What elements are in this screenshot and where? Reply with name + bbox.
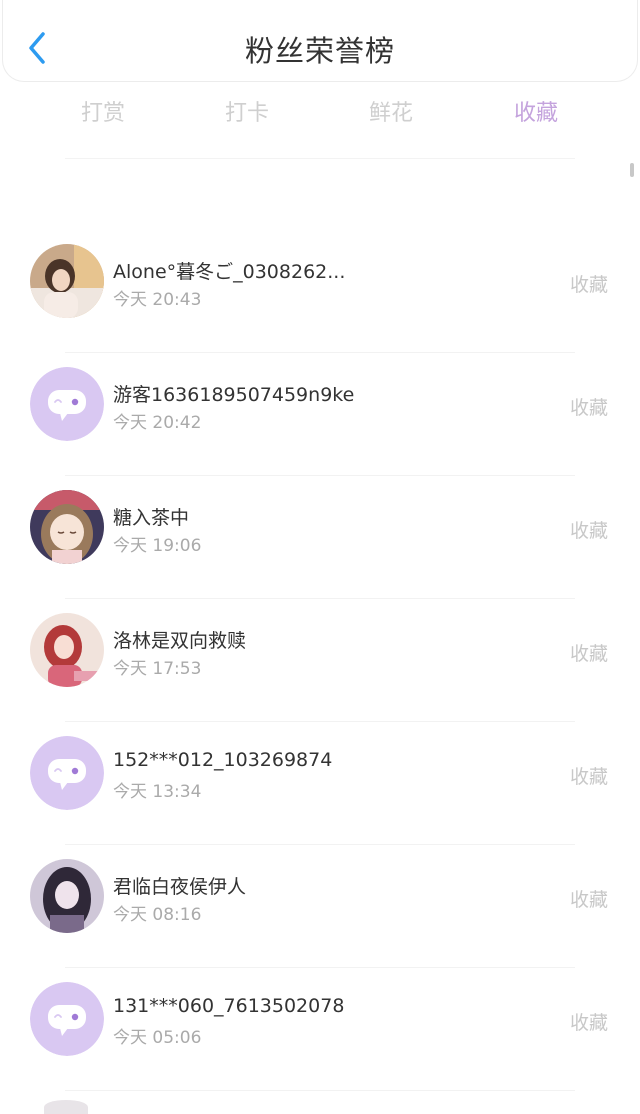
action-label: 收藏: [569, 766, 608, 788]
list-item[interactable]: 152***012_103269874 今天 13:34 收藏: [0, 722, 640, 845]
user-name: 糖入茶中: [113, 507, 190, 529]
user-name: 131***060_7613502078: [113, 995, 345, 1017]
tab-bar: 打赏 打卡 鲜花 收藏: [0, 95, 640, 131]
row-divider: [65, 1090, 575, 1091]
list-item[interactable]: 君临白夜侯伊人 今天 08:16 收藏: [0, 845, 640, 968]
default-avatar-icon: [30, 736, 104, 810]
avatar: [30, 244, 104, 318]
tabs-divider: [65, 158, 575, 159]
scrollbar[interactable]: [630, 163, 634, 177]
timestamp: 今天 19:06: [113, 536, 202, 556]
tab-flowers[interactable]: 鲜花: [336, 95, 446, 127]
user-name: 洛林是双向救赎: [113, 630, 247, 652]
avatar: [30, 490, 104, 564]
action-label: 收藏: [569, 1012, 608, 1034]
user-name: 152***012_103269874: [113, 749, 333, 771]
user-name: 君临白夜侯伊人: [113, 876, 247, 898]
list-item[interactable]: 糖入茶中 今天 19:06 收藏: [0, 476, 640, 599]
default-avatar-icon: [30, 982, 104, 1056]
timestamp: 今天 13:34: [113, 782, 202, 802]
user-name: 游客1636189507459n9ke: [113, 384, 355, 406]
list-item[interactable]: 游客1636189507459n9ke 今天 20:42 收藏: [0, 353, 640, 476]
tab-checkin[interactable]: 打卡: [192, 95, 302, 127]
tab-favorites[interactable]: 收藏: [481, 95, 591, 127]
timestamp: 今天 20:43: [113, 290, 202, 310]
user-name: Alone°暮冬ご_0308262...: [113, 261, 346, 283]
list-item[interactable]: 131***060_7613502078 今天 05:06 收藏: [0, 968, 640, 1091]
timestamp: 今天 20:42: [113, 413, 202, 433]
list-item[interactable]: Alone°暮冬ご_0308262... 今天 20:43 收藏: [0, 230, 640, 353]
action-label: 收藏: [569, 274, 608, 296]
default-avatar-icon: [30, 367, 104, 441]
timestamp: 今天 05:06: [113, 1028, 202, 1048]
list-item[interactable]: 洛林是双向救赎 今天 17:53 收藏: [0, 599, 640, 722]
action-label: 收藏: [569, 889, 608, 911]
tab-reward[interactable]: 打赏: [48, 95, 158, 127]
avatar: [30, 613, 104, 687]
timestamp: 今天 17:53: [113, 659, 202, 679]
top-bar: 粉丝荣誉榜: [2, 0, 638, 82]
action-label: 收藏: [569, 520, 608, 542]
timestamp: 今天 08:16: [113, 905, 202, 925]
action-label: 收藏: [569, 643, 608, 665]
page-title: 粉丝荣誉榜: [244, 34, 395, 68]
action-label: 收藏: [569, 397, 608, 419]
avatar: [30, 859, 104, 933]
next-avatar: [44, 1100, 88, 1114]
